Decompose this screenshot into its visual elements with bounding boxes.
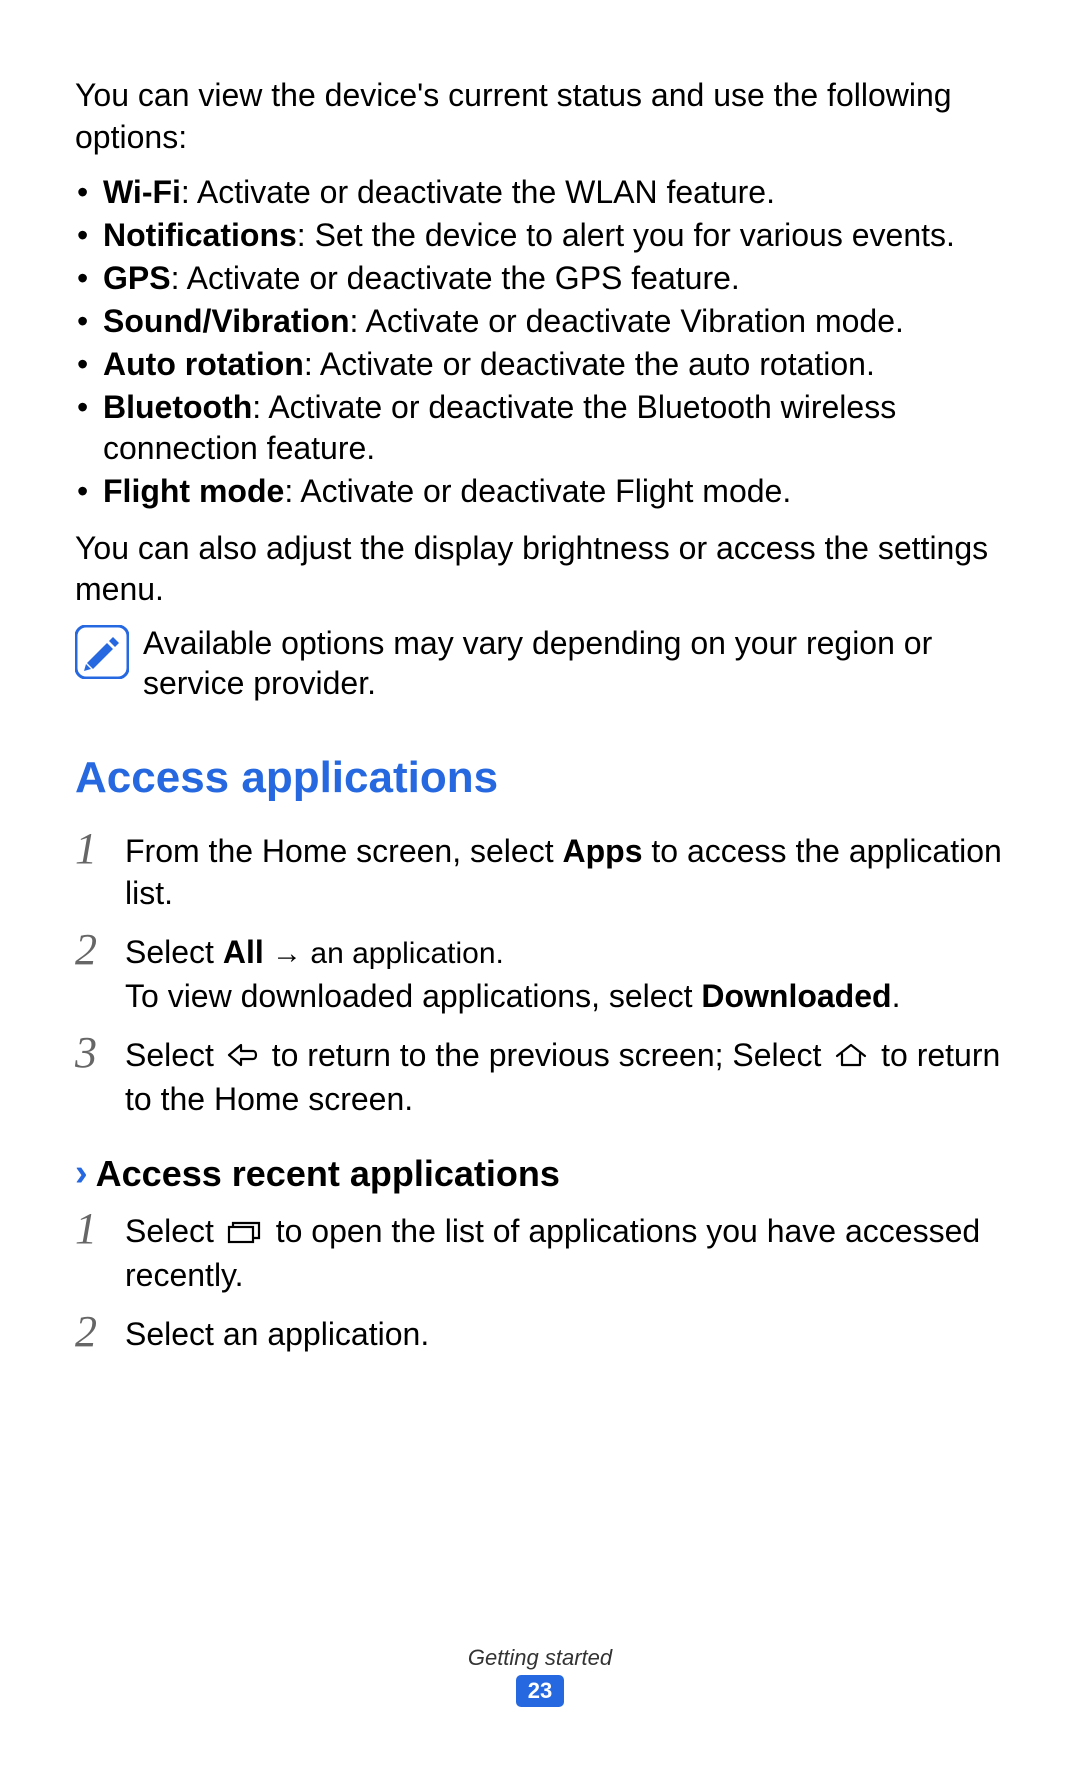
- step-number-icon: 1: [75, 827, 125, 871]
- text-fragment: Select: [125, 1213, 223, 1249]
- text-bold: Downloaded: [701, 978, 891, 1014]
- text-fragment: Select: [125, 1037, 223, 1073]
- chevron-right-icon: ›: [75, 1152, 88, 1195]
- bullet-flight-mode: Flight mode: Activate or deactivate Flig…: [75, 471, 1005, 512]
- step-text: Select All → an application. To view dow…: [125, 932, 1005, 1017]
- page-footer: Getting started 23: [0, 1645, 1080, 1707]
- bullet-label: Bluetooth: [103, 389, 252, 425]
- bullet-label: Auto rotation: [103, 346, 304, 382]
- step-3: 3 Select to return to the previous scree…: [75, 1035, 1005, 1120]
- step-number-icon: 2: [75, 1310, 125, 1354]
- text-fragment: Select: [125, 934, 223, 970]
- step-number-icon: 2: [75, 928, 125, 972]
- footer-section-name: Getting started: [0, 1645, 1080, 1671]
- step-text: From the Home screen, select Apps to acc…: [125, 831, 1005, 914]
- bullet-sound-vibration: Sound/Vibration: Activate or deactivate …: [75, 301, 1005, 342]
- bullet-label: Flight mode: [103, 473, 284, 509]
- bullet-notifications: Notifications: Set the device to alert y…: [75, 215, 1005, 256]
- bullet-label: Notifications: [103, 217, 297, 253]
- text-bold: Apps: [562, 833, 642, 869]
- text-bold: All: [223, 934, 264, 970]
- bullet-label: Sound/Vibration: [103, 303, 350, 339]
- steps-list-2: 1 Select to open the list of application…: [75, 1211, 1005, 1356]
- subheading-access-recent: › Access recent applications: [75, 1152, 1005, 1195]
- text-fragment: From the Home screen, select: [125, 833, 562, 869]
- note-text: Available options may vary depending on …: [143, 623, 1005, 703]
- bullet-desc: : Activate or deactivate the WLAN featur…: [181, 174, 775, 210]
- step-1: 1 From the Home screen, select Apps to a…: [75, 831, 1005, 914]
- step-number-icon: 1: [75, 1207, 125, 1251]
- step-text: Select an application.: [125, 1314, 1005, 1356]
- bullet-desc: : Set the device to alert you for variou…: [297, 217, 955, 253]
- steps-list-1: 1 From the Home screen, select Apps to a…: [75, 831, 1005, 1120]
- note-block: Available options may vary depending on …: [75, 623, 1005, 703]
- text-fragment: To view downloaded applications, select: [125, 978, 701, 1014]
- bullet-bluetooth: Bluetooth: Activate or deactivate the Bl…: [75, 387, 1005, 469]
- text-fragment: .: [892, 978, 901, 1014]
- back-arrow-icon: [227, 1037, 259, 1079]
- bullet-gps: GPS: Activate or deactivate the GPS feat…: [75, 258, 1005, 299]
- text-fragment: → an application.: [264, 937, 504, 970]
- step-2: 2 Select All → an application. To view d…: [75, 932, 1005, 1017]
- step-number-icon: 3: [75, 1031, 125, 1075]
- step-second-line: To view downloaded applications, select …: [125, 976, 1005, 1018]
- bullet-desc: : Activate or deactivate the GPS feature…: [171, 260, 740, 296]
- also-paragraph: You can also adjust the display brightne…: [75, 528, 1005, 611]
- page-number-badge: 23: [516, 1675, 564, 1707]
- step-2: 2 Select an application.: [75, 1314, 1005, 1356]
- subheading-text: Access recent applications: [96, 1153, 560, 1195]
- bullet-desc: : Activate or deactivate Vibration mode.: [350, 303, 904, 339]
- home-icon: [834, 1037, 868, 1079]
- recent-apps-icon: [227, 1213, 263, 1255]
- bullet-desc: : Activate or deactivate Flight mode.: [284, 473, 791, 509]
- step-text: Select to return to the previous screen;…: [125, 1035, 1005, 1120]
- options-bullet-list: Wi-Fi: Activate or deactivate the WLAN f…: [75, 172, 1005, 512]
- note-icon: [75, 625, 129, 679]
- heading-access-applications: Access applications: [75, 753, 1005, 803]
- bullet-wifi: Wi-Fi: Activate or deactivate the WLAN f…: [75, 172, 1005, 213]
- intro-paragraph: You can view the device's current status…: [75, 75, 1005, 158]
- bullet-label: Wi-Fi: [103, 174, 181, 210]
- step-text: Select to open the list of applications …: [125, 1211, 1005, 1296]
- bullet-label: GPS: [103, 260, 171, 296]
- bullet-desc: : Activate or deactivate the auto rotati…: [304, 346, 875, 382]
- bullet-auto-rotation: Auto rotation: Activate or deactivate th…: [75, 344, 1005, 385]
- step-1: 1 Select to open the list of application…: [75, 1211, 1005, 1296]
- text-fragment: to return to the previous screen; Select: [263, 1037, 830, 1073]
